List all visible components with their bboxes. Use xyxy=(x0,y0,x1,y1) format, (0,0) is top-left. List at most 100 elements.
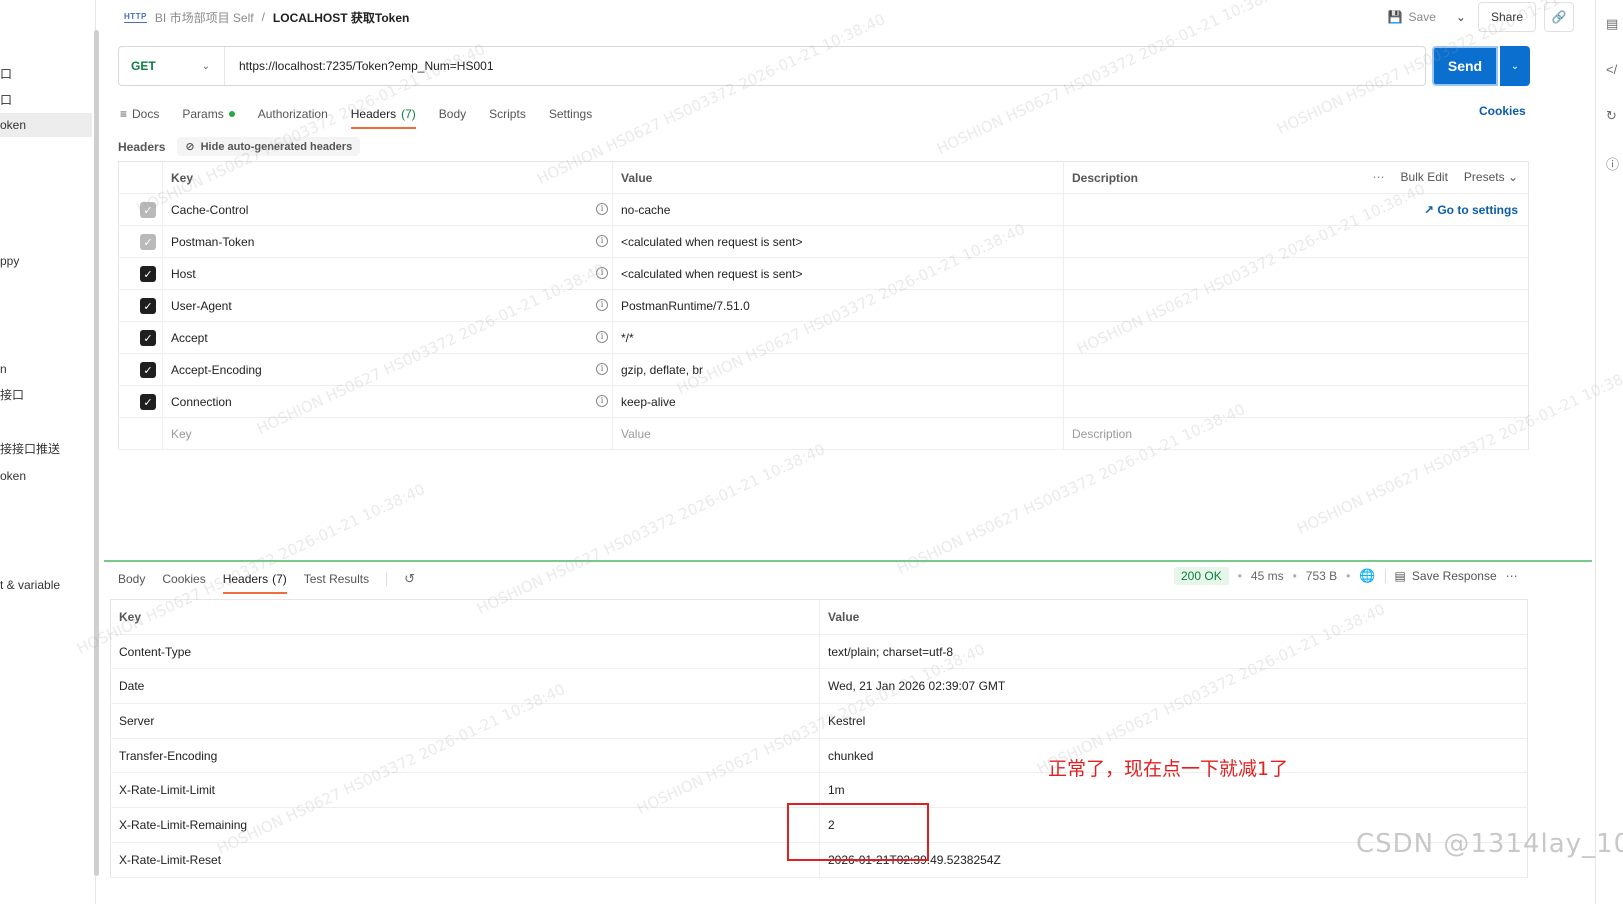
response-header-value[interactable]: Kestrel xyxy=(819,703,1528,739)
send-button[interactable]: Send xyxy=(1432,46,1498,86)
key-cell[interactable]: Cache-Control i xyxy=(162,193,613,226)
key-cell[interactable]: Accept-Encoding i xyxy=(162,353,613,386)
response-size[interactable]: 753 B xyxy=(1306,569,1337,583)
sidebar-item[interactable]: 接接口推送 xyxy=(0,437,60,461)
row-checkbox[interactable]: ✓ xyxy=(140,266,156,282)
response-tab-cookies[interactable]: Cookies xyxy=(162,566,205,592)
copy-link-button[interactable]: 🔗 xyxy=(1544,2,1574,32)
value-cell[interactable]: gzip, deflate, br xyxy=(612,353,1064,386)
response-divider[interactable] xyxy=(104,560,1592,562)
sidebar-item[interactable]: t & variable xyxy=(0,573,60,597)
request-name[interactable]: LOCALHOST 获取Token xyxy=(273,9,409,26)
sidebar-item[interactable]: ppy xyxy=(0,249,19,273)
description-cell[interactable] xyxy=(1063,289,1529,322)
row-checkbox[interactable]: ✓ xyxy=(140,362,156,378)
key-cell[interactable]: Host i xyxy=(162,257,613,290)
presets-button[interactable]: Presets ⌄ xyxy=(1464,170,1518,184)
response-header-value[interactable]: text/plain; charset=utf-8 xyxy=(819,634,1528,670)
info-icon[interactable]: i xyxy=(596,203,608,215)
sidebar-item[interactable]: 接口 xyxy=(0,383,24,407)
bulk-edit-button[interactable]: Bulk Edit xyxy=(1401,170,1448,184)
sidebar-item[interactable]: oken xyxy=(0,464,26,488)
key-cell[interactable]: Connection i xyxy=(162,385,613,418)
response-time[interactable]: 45 ms xyxy=(1251,569,1284,583)
value-cell[interactable]: PostmanRuntime/7.51.0 xyxy=(612,289,1064,322)
value-cell[interactable]: */* xyxy=(612,321,1064,354)
info-icon[interactable]: i xyxy=(596,235,608,247)
info-icon[interactable]: i xyxy=(596,267,608,279)
checkbox-cell: ✓ xyxy=(118,385,163,418)
breadcrumb-parent[interactable]: BI 市场部项目 Self xyxy=(155,9,254,26)
share-button[interactable]: Share xyxy=(1477,2,1536,32)
save-options-button[interactable]: ⌄ xyxy=(1452,3,1470,31)
method-select[interactable]: GET ⌄ xyxy=(119,47,225,85)
cookies-link[interactable]: Cookies xyxy=(1479,104,1526,118)
checkbox-cell: ✓ xyxy=(118,353,163,386)
tab-settings[interactable]: Settings xyxy=(549,100,592,128)
more-icon[interactable]: ⋯ xyxy=(1373,170,1385,184)
response-tab-body[interactable]: Body xyxy=(118,566,145,592)
code-icon[interactable]: </ xyxy=(1606,62,1617,77)
sidebar-item[interactable]: oken xyxy=(0,113,92,137)
value-cell[interactable]: no-cache xyxy=(612,193,1064,226)
row-checkbox[interactable]: ✓ xyxy=(140,202,156,218)
tab-docs[interactable]: ≡ Docs xyxy=(120,100,159,128)
globe-icon[interactable]: 🌐 xyxy=(1359,568,1375,584)
sidebar-item[interactable]: 口 xyxy=(0,62,12,86)
response-tab-headers[interactable]: Headers (7) xyxy=(222,566,287,594)
url-input[interactable] xyxy=(225,47,1425,85)
info-icon[interactable]: ⓘ xyxy=(1606,154,1619,173)
sidebar-scrollbar[interactable] xyxy=(94,30,99,876)
key-cell[interactable]: Accept i xyxy=(162,321,613,354)
more-icon[interactable]: ⋯ xyxy=(1506,569,1518,583)
response-header-key[interactable]: Content-Type xyxy=(110,634,820,670)
status-badge[interactable]: 200 OK xyxy=(1174,567,1229,585)
response-header-value[interactable]: Wed, 21 Jan 2026 02:39:07 GMT xyxy=(819,668,1528,705)
key-cell[interactable]: Postman-Token i xyxy=(162,225,613,258)
go-to-settings-link[interactable]: ↗ Go to settings xyxy=(1424,203,1518,217)
response-header-key[interactable]: X-Rate-Limit-Remaining xyxy=(110,807,820,843)
description-cell[interactable] xyxy=(1063,225,1529,258)
response-tab-test-results[interactable]: Test Results xyxy=(304,566,369,592)
row-checkbox[interactable]: ✓ xyxy=(140,234,156,250)
value-cell[interactable]: <calculated when request is sent> xyxy=(612,225,1064,258)
new-value-input[interactable]: Value xyxy=(612,417,1064,450)
info-icon[interactable]: i xyxy=(596,299,608,311)
response-header-key[interactable]: X-Rate-Limit-Reset xyxy=(110,842,820,878)
save-response-button[interactable]: ▤ Save Response xyxy=(1395,569,1497,583)
info-icon[interactable]: i xyxy=(596,395,608,407)
description-cell[interactable] xyxy=(1063,385,1529,418)
row-checkbox[interactable]: ✓ xyxy=(140,394,156,410)
meta-separator: • xyxy=(1237,569,1242,583)
value-cell[interactable]: <calculated when request is sent> xyxy=(612,257,1064,290)
response-header-key[interactable]: Transfer-Encoding xyxy=(110,738,820,774)
row-checkbox[interactable]: ✓ xyxy=(140,298,156,314)
key-cell[interactable]: User-Agent i xyxy=(162,289,613,322)
hide-auto-headers-toggle[interactable]: ⊘ Hide auto-generated headers xyxy=(177,137,361,156)
tab-body[interactable]: Body xyxy=(439,100,466,128)
row-checkbox[interactable]: ✓ xyxy=(140,330,156,346)
response-header-key[interactable]: X-Rate-Limit-Limit xyxy=(110,772,820,809)
tab-authorization[interactable]: Authorization xyxy=(258,100,328,128)
tab-params[interactable]: Params xyxy=(182,100,235,128)
tab-headers[interactable]: Headers (7) xyxy=(350,100,416,129)
description-cell[interactable] xyxy=(1063,257,1529,290)
new-description-input[interactable]: Description xyxy=(1063,417,1529,450)
description-cell[interactable] xyxy=(1063,353,1529,386)
response-header-key[interactable]: Date xyxy=(110,668,820,705)
refresh-icon[interactable]: ↻ xyxy=(1606,108,1617,124)
document-icon[interactable]: ▤ xyxy=(1606,16,1618,32)
new-key-input[interactable]: Key xyxy=(162,417,613,450)
sidebar-item[interactable]: 口 xyxy=(0,88,12,112)
info-icon[interactable]: i xyxy=(596,363,608,375)
description-cell[interactable] xyxy=(1063,321,1529,354)
send-options-button[interactable]: ⌄ xyxy=(1500,46,1530,86)
history-icon[interactable]: ↺ xyxy=(404,571,415,587)
value-cell[interactable]: keep-alive xyxy=(612,385,1064,418)
save-button[interactable]: 💾 Save xyxy=(1380,3,1444,31)
info-icon[interactable]: i xyxy=(596,331,608,343)
response-header-key[interactable]: Server xyxy=(110,703,820,739)
description-cell[interactable]: ↗ Go to settings xyxy=(1063,193,1529,226)
tab-scripts[interactable]: Scripts xyxy=(489,100,526,128)
sidebar-item[interactable]: n xyxy=(0,357,7,381)
